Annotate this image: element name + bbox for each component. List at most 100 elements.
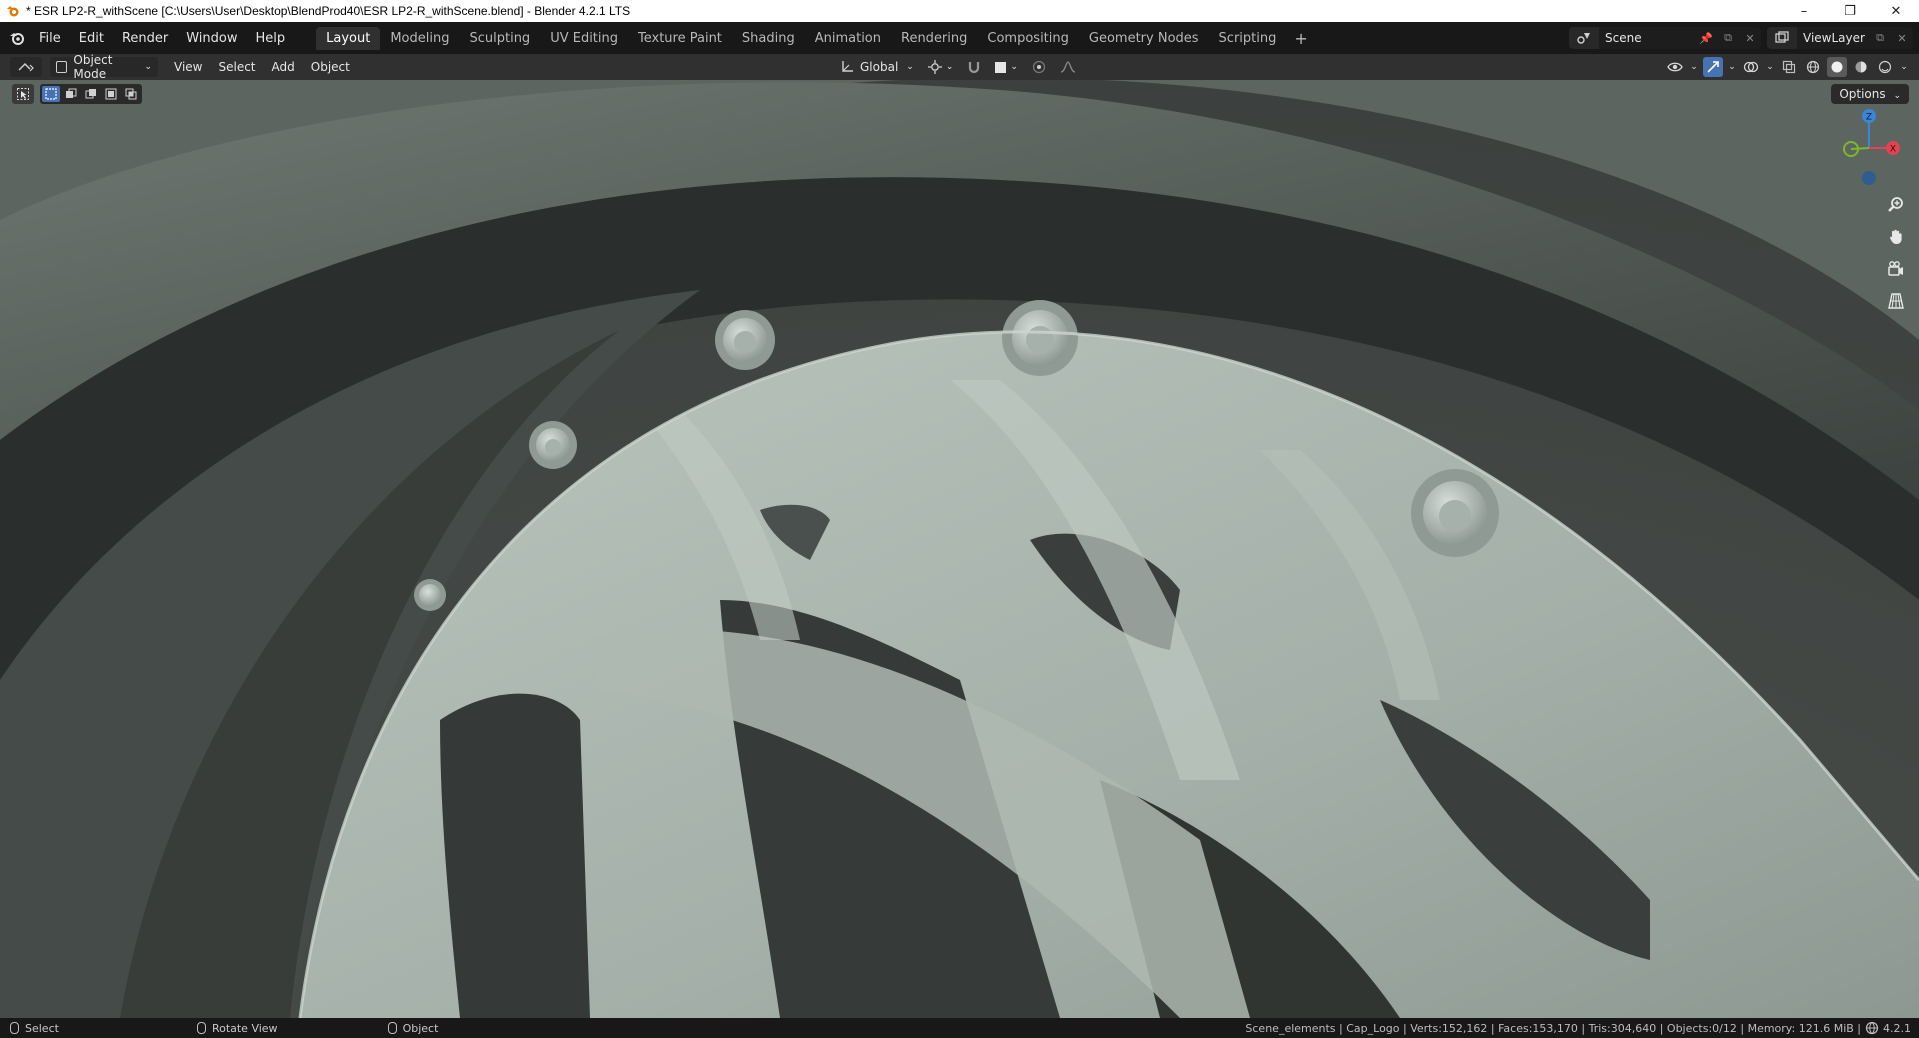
- options-dropdown[interactable]: Options ⌄: [1831, 84, 1909, 104]
- add-workspace-button[interactable]: +: [1286, 29, 1315, 48]
- perspective-grid-icon[interactable]: [1883, 288, 1909, 314]
- falloff-select[interactable]: [1056, 57, 1080, 77]
- xray-icon[interactable]: [1779, 57, 1799, 77]
- new-viewlayer-icon[interactable]: ⧉: [1869, 27, 1891, 49]
- stats-text: Scene_elements | Cap_Logo | Verts:152,16…: [1245, 1021, 1861, 1035]
- camera-view-icon[interactable]: [1883, 256, 1909, 282]
- orientation-icon: [842, 61, 853, 72]
- proportional-edit-toggle[interactable]: [1028, 57, 1050, 77]
- gizmo-z-label: Z: [1866, 113, 1872, 123]
- new-scene-icon[interactable]: ⧉: [1717, 27, 1739, 49]
- status-object-label: Object: [402, 1021, 439, 1035]
- tab-uv-editing[interactable]: UV Editing: [540, 27, 628, 50]
- tab-rendering[interactable]: Rendering: [891, 27, 977, 50]
- zoom-icon[interactable]: [1883, 192, 1909, 218]
- rendered-shading-icon[interactable]: [1875, 57, 1895, 77]
- menu-render[interactable]: Render: [113, 28, 177, 49]
- pivot-select[interactable]: ⌄: [924, 57, 958, 77]
- menu-object[interactable]: Object: [303, 60, 358, 74]
- tab-compositing[interactable]: Compositing: [977, 27, 1079, 50]
- tab-texture-paint[interactable]: Texture Paint: [628, 27, 732, 50]
- menu-edit[interactable]: Edit: [70, 28, 113, 49]
- select-new-icon[interactable]: [42, 86, 60, 102]
- menu-window[interactable]: Window: [177, 28, 246, 49]
- chevron-down-icon: ⌄: [906, 62, 914, 72]
- chevron-down-icon: ⌄: [945, 62, 954, 72]
- minimize-button[interactable]: –: [1781, 0, 1827, 22]
- select-tools: [12, 84, 142, 104]
- chevron-down-icon[interactable]: ⌄: [1765, 57, 1775, 77]
- select-subtract-icon[interactable]: [82, 86, 100, 102]
- chevron-down-icon[interactable]: ⌄: [1727, 57, 1737, 77]
- pan-hand-icon[interactable]: [1883, 224, 1909, 250]
- pin-icon[interactable]: 📌: [1695, 27, 1717, 49]
- tab-animation[interactable]: Animation: [805, 27, 891, 50]
- gizmo-neg-z-axis[interactable]: [1862, 171, 1876, 185]
- viewlayer-name[interactable]: ViewLayer: [1797, 31, 1869, 45]
- 3d-viewport[interactable]: Options ⌄ Z X: [0, 80, 1919, 1018]
- snap-increment-icon: [995, 61, 1007, 73]
- menu-add[interactable]: Add: [264, 60, 303, 74]
- wireframe-shading-icon[interactable]: [1803, 57, 1823, 77]
- options-label: Options: [1839, 87, 1886, 101]
- gizmo-x-label: X: [1890, 145, 1896, 155]
- scene-name[interactable]: Scene: [1599, 31, 1695, 45]
- select-invert-icon[interactable]: [102, 86, 120, 102]
- menu-help[interactable]: Help: [247, 28, 295, 49]
- viewlayer-selector[interactable]: ViewLayer ⧉ ✕: [1767, 27, 1913, 49]
- chevron-down-icon: ⌄: [1893, 91, 1901, 101]
- snap-target-select[interactable]: ⌄: [991, 57, 1022, 77]
- blender-app-icon: [7, 6, 19, 17]
- tab-shading[interactable]: Shading: [732, 27, 805, 50]
- chevron-down-icon: ⌄: [144, 62, 152, 72]
- navigation-tools: [1883, 192, 1909, 314]
- mode-label: Object Mode: [73, 53, 113, 81]
- window-title: * ESR LP2-R_withScene [C:\Users\User\Des…: [26, 4, 631, 18]
- selection-mode-group: [40, 84, 142, 104]
- magnet-icon: [969, 62, 980, 74]
- menu-view[interactable]: View: [166, 60, 210, 74]
- pivot-icon: [927, 60, 942, 74]
- select-box-tool-icon[interactable]: [12, 84, 34, 104]
- status-hint-rotate: Rotate View: [196, 1022, 278, 1035]
- chevron-down-icon[interactable]: ⌄: [1899, 57, 1909, 77]
- visibility-icon[interactable]: [1665, 57, 1685, 77]
- snap-toggle[interactable]: [963, 57, 985, 77]
- select-extend-icon[interactable]: [62, 86, 80, 102]
- tab-geometry-nodes[interactable]: Geometry Nodes: [1079, 27, 1209, 50]
- chevron-down-icon[interactable]: ⌄: [1689, 57, 1699, 77]
- orientation-select[interactable]: Global ⌄: [836, 57, 918, 77]
- network-icon: [1865, 1021, 1879, 1035]
- status-bar: Select Rotate View Object Scene_elements…: [0, 1018, 1919, 1038]
- tab-modeling[interactable]: Modeling: [380, 27, 459, 50]
- scene-icon[interactable]: [1569, 27, 1599, 49]
- blender-logo-icon[interactable]: [4, 26, 30, 50]
- scene-selector[interactable]: Scene 📌 ⧉ ✕: [1569, 27, 1761, 49]
- solid-shading-icon[interactable]: [1827, 57, 1847, 77]
- tab-sculpting[interactable]: Sculpting: [459, 27, 540, 50]
- tab-scripting[interactable]: Scripting: [1209, 27, 1287, 50]
- navigation-gizmo[interactable]: Z X: [1835, 106, 1905, 186]
- status-hint-object: Object: [387, 1021, 439, 1035]
- gizmo-toggle-icon[interactable]: [1703, 57, 1723, 77]
- viewlayer-icon[interactable]: [1767, 27, 1797, 49]
- falloff-curve-icon: [1060, 61, 1076, 73]
- window-controls: – ❐ ✕: [1781, 0, 1919, 22]
- viewport-header: Object Mode ⌄ View Select Add Object Glo…: [0, 53, 1919, 81]
- delete-scene-icon[interactable]: ✕: [1739, 27, 1761, 49]
- restore-button[interactable]: ❐: [1827, 0, 1873, 22]
- select-intersect-icon[interactable]: [122, 86, 140, 102]
- delete-viewlayer-icon[interactable]: ✕: [1891, 27, 1913, 49]
- transform-controls: Global ⌄ ⌄ ⌄: [836, 57, 1080, 77]
- version-label: 4.2.1: [1883, 1021, 1911, 1035]
- close-button[interactable]: ✕: [1873, 0, 1919, 22]
- tab-layout[interactable]: Layout: [316, 26, 381, 50]
- overlays-icon[interactable]: [1741, 57, 1761, 77]
- material-preview-icon[interactable]: [1851, 57, 1871, 77]
- mode-select[interactable]: Object Mode ⌄: [50, 53, 158, 81]
- editor-type-icon[interactable]: [10, 57, 42, 77]
- orientation-label: Global: [860, 60, 899, 74]
- menu-file[interactable]: File: [30, 28, 70, 49]
- status-hint-select: Select: [10, 1022, 59, 1035]
- menu-select[interactable]: Select: [210, 60, 263, 74]
